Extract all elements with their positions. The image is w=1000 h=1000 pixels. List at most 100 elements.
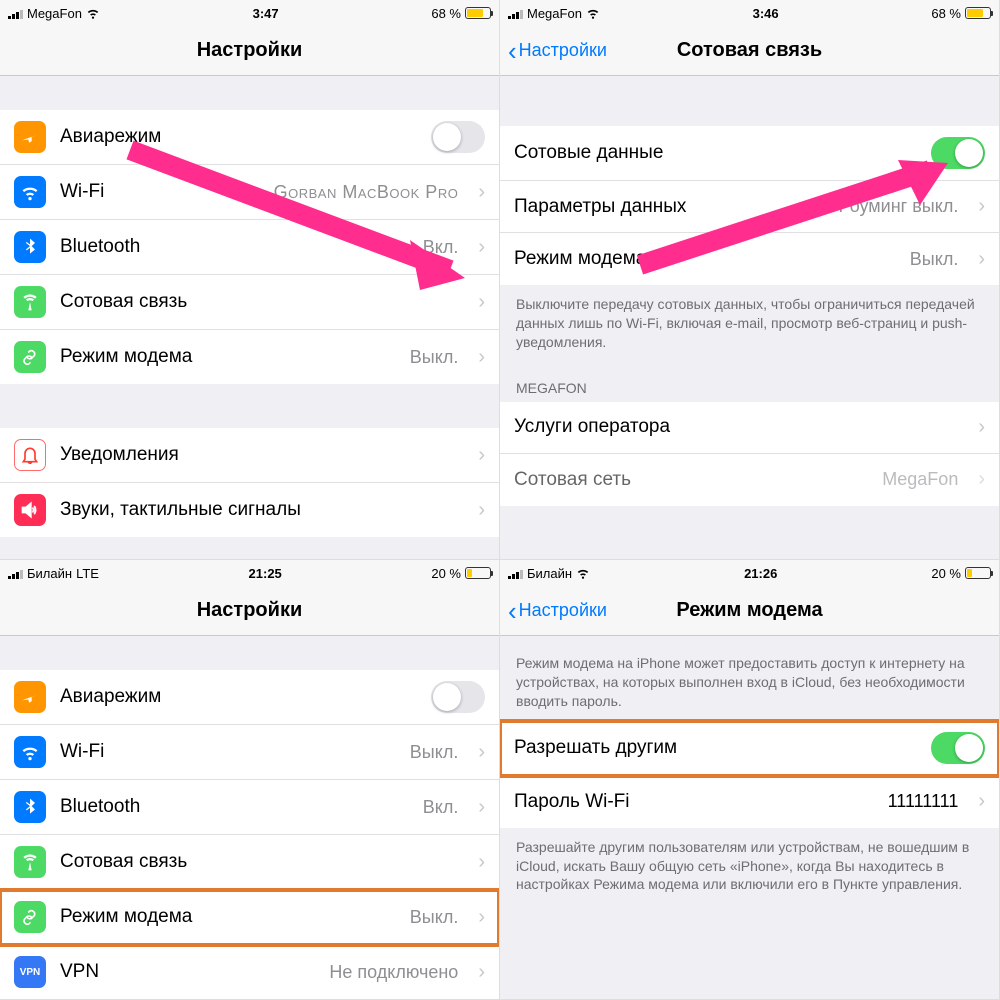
- footer-note: Выключите передачу сотовых данных, чтобы…: [500, 285, 999, 362]
- row-wifi-password[interactable]: Пароль Wi-Fi 11111111 ›: [500, 776, 999, 828]
- row-wifi[interactable]: Wi-Fi Выкл. ›: [0, 725, 499, 780]
- battery-icon: [465, 567, 491, 579]
- wifi-icon: [576, 566, 590, 580]
- row-value: MegaFon: [882, 469, 958, 490]
- row-wifi[interactable]: Wi-Fi Gorban MacBook Pro ›: [0, 165, 499, 220]
- carrier-label: Билайн: [527, 566, 572, 581]
- row-value: Gorban MacBook Pro: [274, 182, 459, 203]
- cellular-data-toggle[interactable]: [931, 137, 985, 169]
- row-label: Bluetooth: [60, 796, 140, 818]
- net-label: LTE: [76, 566, 99, 581]
- chevron-right-icon: ›: [478, 796, 485, 819]
- row-cellular[interactable]: Сотовая связь ›: [0, 835, 499, 890]
- back-button[interactable]: ‹ Настройки: [508, 598, 607, 624]
- clock: 3:46: [753, 6, 779, 21]
- row-data-options[interactable]: Параметры данных Роуминг выкл. ›: [500, 181, 999, 233]
- clock: 3:47: [253, 6, 279, 21]
- wifi-icon: [86, 6, 100, 20]
- chevron-right-icon: ›: [978, 416, 985, 439]
- status-bar: Билайн LTE 21:25 20 %: [0, 560, 499, 586]
- allow-others-toggle[interactable]: [931, 732, 985, 764]
- chevron-right-icon: ›: [478, 499, 485, 522]
- row-hotspot[interactable]: Режим модема Выкл. ›: [0, 890, 499, 945]
- carrier-label: Билайн: [27, 566, 72, 581]
- panel-cellular: MegaFon 3:46 68 % ‹ Настройки Сотовая св…: [500, 0, 1000, 560]
- row-airplane[interactable]: Авиарежим: [0, 670, 499, 725]
- battery-pct: 68 %: [431, 6, 461, 21]
- row-label: Bluetooth: [60, 236, 140, 258]
- row-sounds[interactable]: Звуки, тактильные сигналы ›: [0, 483, 499, 537]
- row-value: Выкл.: [410, 347, 459, 368]
- hotspot-icon: [14, 341, 46, 373]
- row-label: Сотовая сеть: [514, 469, 631, 491]
- antenna-icon: [14, 286, 46, 318]
- row-label: Пароль Wi-Fi: [514, 791, 630, 813]
- row-value: Вкл.: [423, 797, 459, 818]
- sounds-icon: [14, 494, 46, 526]
- chevron-right-icon: ›: [478, 906, 485, 929]
- row-vpn[interactable]: VPN VPN Не подключено ›: [0, 945, 499, 999]
- battery-icon: [965, 7, 991, 19]
- row-hotspot[interactable]: Режим модема Выкл. ›: [500, 233, 999, 285]
- nav-header: Настройки: [0, 586, 499, 636]
- chevron-right-icon: ›: [478, 291, 485, 314]
- back-button[interactable]: ‹ Настройки: [508, 38, 607, 64]
- back-label: Настройки: [519, 600, 607, 621]
- chevron-right-icon: ›: [478, 741, 485, 764]
- row-airplane[interactable]: Авиарежим: [0, 110, 499, 165]
- row-notifications[interactable]: Уведомления ›: [0, 428, 499, 483]
- intro-note: Режим модема на iPhone может предоставит…: [500, 636, 999, 721]
- wifi-row-icon: [14, 736, 46, 768]
- clock: 21:26: [744, 566, 777, 581]
- airplane-icon: [14, 681, 46, 713]
- status-bar: MegaFon 3:46 68 %: [500, 0, 999, 26]
- airplane-toggle[interactable]: [431, 681, 485, 713]
- chevron-left-icon: ‹: [508, 598, 517, 624]
- row-label: Услуги оператора: [514, 416, 670, 438]
- row-label: Режим модема: [60, 346, 192, 368]
- nav-header: ‹ Настройки Сотовая связь: [500, 26, 999, 76]
- nav-header: Настройки: [0, 26, 499, 76]
- row-cellular-network[interactable]: Сотовая сеть MegaFon ›: [500, 454, 999, 506]
- row-allow-others[interactable]: Разрешать другим: [500, 721, 999, 776]
- wifi-row-icon: [14, 176, 46, 208]
- row-cellular[interactable]: Сотовая связь ›: [0, 275, 499, 330]
- battery-icon: [465, 7, 491, 19]
- chevron-left-icon: ‹: [508, 38, 517, 64]
- row-bluetooth[interactable]: Bluetooth Вкл. ›: [0, 780, 499, 835]
- row-label: VPN: [60, 961, 99, 983]
- row-label: Авиарежим: [60, 686, 161, 708]
- status-bar: MegaFon 3:47 68 %: [0, 0, 499, 26]
- signal-icon: [8, 8, 23, 19]
- hotspot-icon: [14, 901, 46, 933]
- battery-pct: 68 %: [931, 6, 961, 21]
- chevron-right-icon: ›: [478, 181, 485, 204]
- signal-icon: [508, 8, 523, 19]
- row-label: Режим модема: [60, 906, 192, 928]
- chevron-right-icon: ›: [978, 195, 985, 218]
- row-label: Сотовые данные: [514, 142, 663, 164]
- row-value: 11111111: [888, 791, 959, 812]
- airplane-toggle[interactable]: [431, 121, 485, 153]
- page-title: Настройки: [0, 39, 499, 62]
- vpn-icon: VPN: [14, 956, 46, 988]
- footer-note: Разрешайте другим пользователям или устр…: [500, 828, 999, 905]
- row-carrier-services[interactable]: Услуги оператора ›: [500, 402, 999, 454]
- notifications-icon: [14, 439, 46, 471]
- row-label: Уведомления: [60, 444, 179, 466]
- row-hotspot[interactable]: Режим модема Выкл. ›: [0, 330, 499, 384]
- row-cellular-data[interactable]: Сотовые данные: [500, 126, 999, 181]
- row-bluetooth[interactable]: Bluetooth Вкл. ›: [0, 220, 499, 275]
- bluetooth-icon: [14, 231, 46, 263]
- row-value: Не подключено: [329, 962, 458, 983]
- row-label: Параметры данных: [514, 196, 686, 218]
- chevron-right-icon: ›: [478, 236, 485, 259]
- section-header: MEGAFON: [500, 362, 999, 402]
- row-label: Wi-Fi: [60, 741, 104, 763]
- clock: 21:25: [249, 566, 282, 581]
- row-label: Авиарежим: [60, 126, 161, 148]
- chevron-right-icon: ›: [978, 468, 985, 491]
- row-label: Разрешать другим: [514, 737, 677, 759]
- row-value: Выкл.: [410, 907, 459, 928]
- chevron-right-icon: ›: [478, 346, 485, 369]
